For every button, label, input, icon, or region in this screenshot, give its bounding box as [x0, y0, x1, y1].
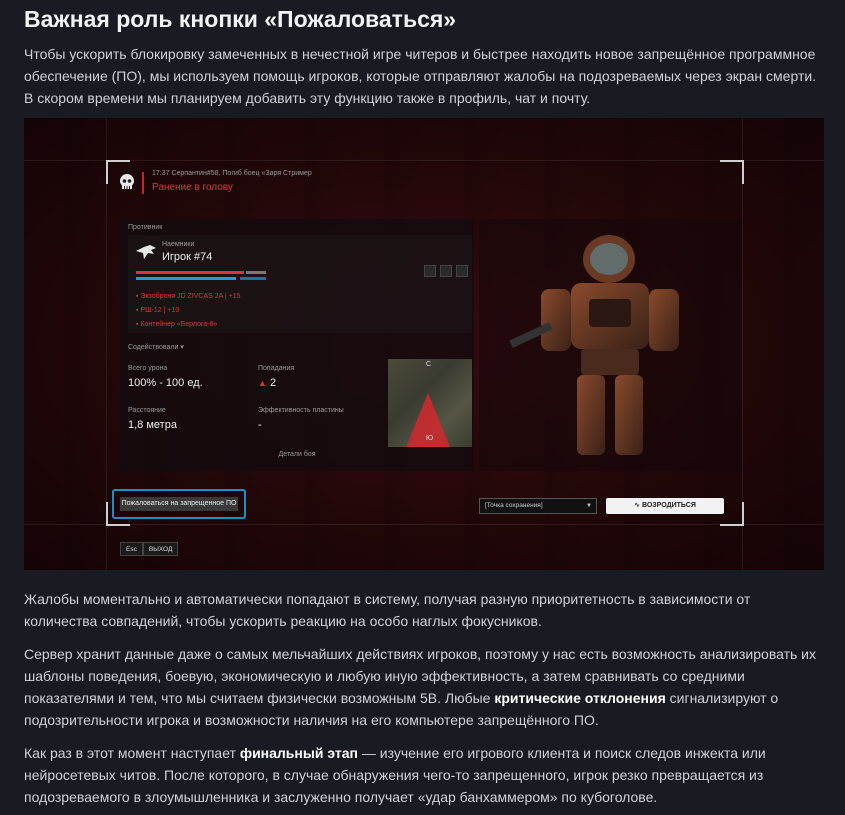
- battle-details-link[interactable]: Детали боя: [120, 451, 474, 458]
- exit-control[interactable]: Esc ВЫХОД: [120, 542, 179, 556]
- stat-hits: Попадания ▲ 2: [258, 365, 295, 389]
- paragraph-final-stage: Как раз в этот момент наступает финальны…: [24, 745, 766, 805]
- armor-bar-extra: [240, 277, 266, 280]
- death-meta: 17:37 Серпантин#58. Погиб боец «Заря Стр…: [152, 170, 312, 177]
- death-cause: Ранение в голову: [152, 182, 233, 193]
- killer-character-preview: [479, 219, 742, 471]
- opponent-panel: Противник Наемники Игрок #74 ▪ Экзоброня…: [120, 219, 474, 471]
- gear-weapon: ▪ РШ-12 | +10: [136, 307, 180, 314]
- gear-armor: ▪ Экзоброня JD ZIVCAS 2A | +15: [136, 293, 241, 300]
- skull-icon: [120, 174, 134, 189]
- death-screen-screenshot: 17:37 Серпантин#58. Погиб боец «Заря Стр…: [24, 118, 824, 570]
- death-header: 17:37 Серпантин#58. Погиб боец «Заря Стр…: [120, 168, 742, 204]
- stat-plate-efficiency: Эффективность пластины -: [258, 407, 344, 431]
- grid-line: [24, 160, 824, 161]
- exoskeleton-character-image: [509, 235, 679, 455]
- opponent-card: Наемники Игрок #74 ▪ Экзоброня JD ZIVCAS…: [128, 235, 472, 333]
- paragraph-complaints: Жалобы моментально и автоматически попад…: [24, 591, 751, 629]
- stat-total-damage: Всего урона 100% - 100 ед.: [128, 365, 203, 389]
- health-bar-empty: [246, 271, 266, 274]
- paragraph-server-data: Сервер хранит данные даже о самых мельча…: [24, 646, 816, 728]
- header-divider: [142, 172, 144, 194]
- gear-container: ▪ Контейнер «Берлога-6»: [136, 321, 218, 328]
- item-slot-icon: [456, 265, 468, 277]
- stat-distance: Расстояние 1,8 метра: [128, 407, 177, 431]
- hit-icon: ▲: [258, 378, 267, 388]
- respawn-button[interactable]: ∿ ВОЗРОДИТЬСЯ: [606, 498, 724, 514]
- save-point-select[interactable]: [Точка сохранения] ▼: [479, 498, 597, 514]
- bold-final-stage: финальный этап: [239, 745, 358, 761]
- compass-north: С: [426, 361, 432, 368]
- health-bar: [136, 271, 244, 274]
- faction-eagle-icon: [136, 245, 156, 259]
- weapon-slot-icon: [424, 265, 436, 277]
- chevron-down-icon: ▼: [586, 503, 592, 509]
- compass-south: Ю: [426, 435, 434, 442]
- assist-label: Содействовали ▾: [128, 344, 184, 351]
- armor-bar: [136, 277, 236, 280]
- player-name: Игрок #74: [162, 251, 213, 263]
- exit-label: ВЫХОД: [142, 542, 179, 556]
- grid-line: [24, 524, 824, 525]
- pulse-icon: ∿: [634, 502, 641, 509]
- esc-key-hint: Esc: [120, 542, 143, 556]
- ammo-slot-icon: [440, 265, 452, 277]
- intro-paragraph: Чтобы ускорить блокировку замеченных в н…: [24, 46, 817, 106]
- article: Важная роль кнопки «Пожаловаться» Чтобы …: [0, 0, 845, 815]
- faction-name: Наемники: [162, 241, 195, 248]
- report-cheater-button[interactable]: Пожаловаться на запрещенное ПО: [112, 489, 246, 519]
- article-title: Важная роль кнопки «Пожаловаться»: [24, 6, 457, 32]
- bold-critical-deviations: критические отклонения: [494, 690, 666, 706]
- minimap: С Ю: [388, 359, 472, 447]
- opponent-label: Противник: [128, 224, 163, 231]
- report-button-label: Пожаловаться на запрещенное ПО: [120, 497, 238, 511]
